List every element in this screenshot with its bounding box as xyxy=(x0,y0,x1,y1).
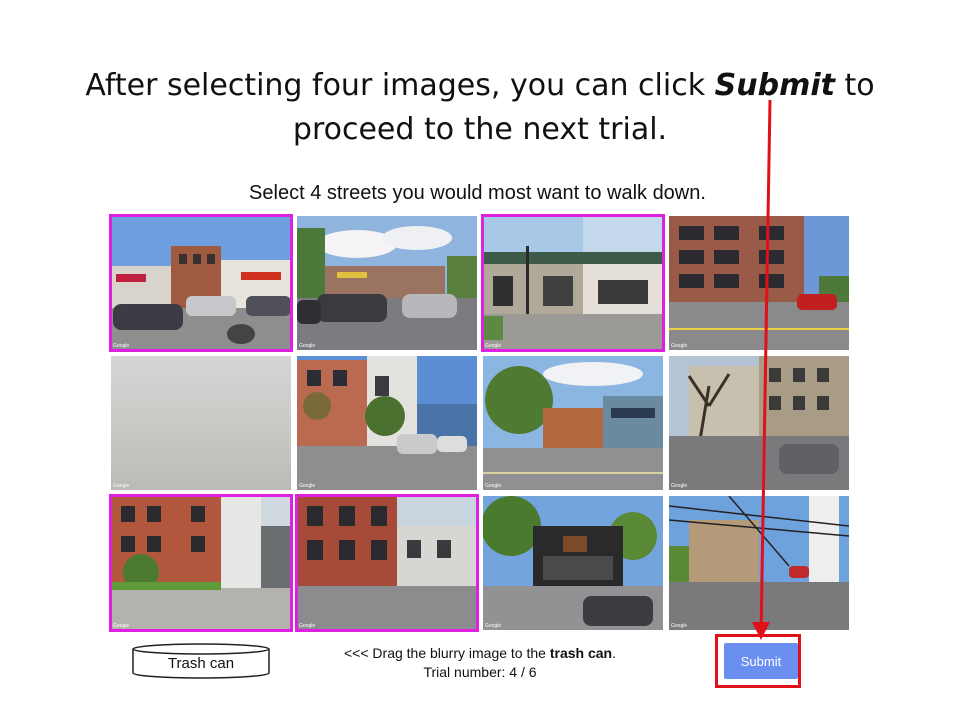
street-photo: Google xyxy=(669,496,849,630)
drag-instruction-end: . xyxy=(612,645,616,661)
google-watermark: Google xyxy=(485,343,501,349)
street-image-tile[interactable]: Google xyxy=(483,496,663,630)
street-photo: Google xyxy=(483,356,663,490)
street-photo: Google xyxy=(297,216,477,350)
instructions: <<< Drag the blurry image to the trash c… xyxy=(300,644,660,682)
street-image-tile[interactable]: Google xyxy=(109,214,293,352)
street-photo: Google xyxy=(669,216,849,350)
drag-instruction-text: <<< Drag the blurry image to the xyxy=(344,645,550,661)
trial-counter: Trial number: 4 / 6 xyxy=(423,664,537,680)
google-watermark: Google xyxy=(485,483,501,489)
google-watermark: Google xyxy=(113,483,129,489)
google-watermark: Google xyxy=(299,483,315,489)
google-watermark: Google xyxy=(113,623,129,629)
street-photo: Google xyxy=(483,496,663,630)
drag-instruction: <<< Drag the blurry image to the trash c… xyxy=(300,644,660,663)
google-watermark: Google xyxy=(485,623,501,629)
google-watermark: Google xyxy=(671,343,687,349)
street-photo: Google xyxy=(483,216,663,350)
trash-can-dropzone[interactable]: Trash can xyxy=(132,643,270,679)
street-image-tile[interactable]: Google xyxy=(483,356,663,490)
street-photo: Google xyxy=(111,216,291,350)
trash-can-label: Trash can xyxy=(167,655,235,672)
street-photo: Google xyxy=(297,496,477,630)
street-image-tile[interactable]: Google xyxy=(669,216,849,350)
street-image-tile[interactable]: Google xyxy=(297,356,477,490)
street-photo: Google xyxy=(111,496,291,630)
street-photo: Google xyxy=(297,356,477,490)
street-image-tile[interactable]: Google xyxy=(481,214,665,352)
street-photo: Google xyxy=(669,356,849,490)
street-image-tile[interactable]: Google xyxy=(297,216,477,350)
image-grid: Google Google Google Google Google Googl… xyxy=(0,0,960,720)
submit-button[interactable]: Submit xyxy=(724,643,798,679)
google-watermark: Google xyxy=(113,343,129,349)
google-watermark: Google xyxy=(299,343,315,349)
street-image-tile[interactable]: Google xyxy=(669,356,849,490)
street-image-tile[interactable]: Google xyxy=(295,494,479,632)
drag-instruction-target: trash can xyxy=(549,645,613,661)
street-image-tile[interactable]: Google xyxy=(669,496,849,630)
google-watermark: Google xyxy=(671,483,687,489)
blurry-photo: Google xyxy=(111,356,291,490)
blurry-image-tile[interactable]: Google xyxy=(111,356,291,490)
google-watermark: Google xyxy=(671,623,687,629)
street-image-tile[interactable]: Google xyxy=(109,494,293,632)
google-watermark: Google xyxy=(299,623,315,629)
